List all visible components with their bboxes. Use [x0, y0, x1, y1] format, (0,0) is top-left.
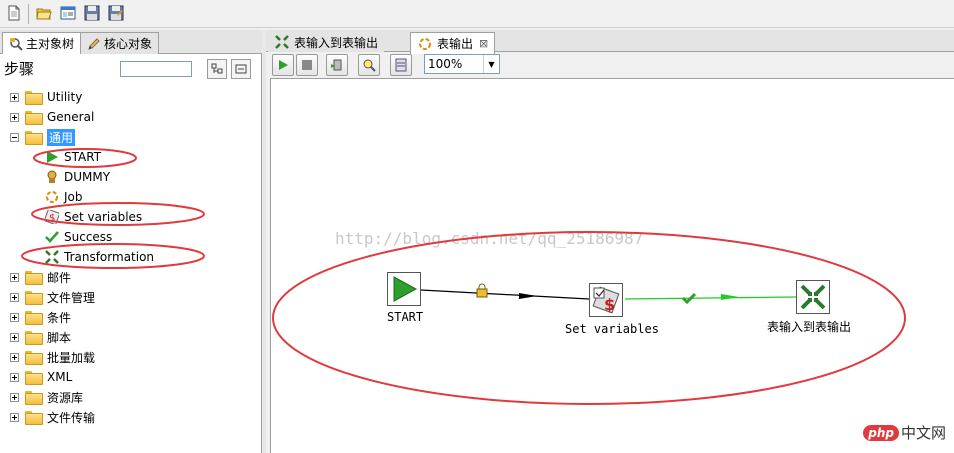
- job-canvas[interactable]: http://blog.csdn.net/qq_25186987 START $…: [270, 78, 954, 453]
- node-transformation[interactable]: [796, 280, 830, 314]
- transformation-icon: [800, 284, 826, 310]
- lock-icon: [476, 283, 488, 298]
- check-button[interactable]: [358, 54, 380, 76]
- transformation-icon: [274, 34, 290, 50]
- annotation-overlay-left: [21, 148, 205, 269]
- zoom-select[interactable]: 100% ▼: [424, 54, 500, 74]
- save-icon[interactable]: [82, 3, 102, 23]
- save-as-icon[interactable]: [106, 3, 126, 23]
- application-window: 主对象树 核心对象 步骤 Utility General 通用 START DU…: [0, 0, 954, 453]
- php-cn-logo: php 中文网: [863, 422, 946, 443]
- svg-text:$: $: [604, 295, 615, 314]
- annotation-ellipse-transformation: [21, 243, 205, 269]
- job-icon: [417, 36, 433, 52]
- php-logo-text: 中文网: [900, 424, 946, 442]
- stop-icon: [302, 60, 312, 70]
- open-folder-icon[interactable]: [34, 3, 54, 23]
- hop-arrow: [519, 293, 537, 299]
- zoom-value: 100%: [428, 57, 463, 71]
- tab-label: 表输入到表输出: [294, 35, 379, 50]
- new-file-icon[interactable]: [4, 3, 24, 23]
- annotation-ellipse-start: [33, 148, 137, 168]
- php-logo-badge: php: [863, 424, 899, 441]
- sql-button[interactable]: [390, 54, 412, 76]
- hop-setvariables-to-transformation[interactable]: [624, 296, 797, 300]
- node-set-variables[interactable]: $: [589, 283, 623, 317]
- chevron-down-icon[interactable]: ▼: [483, 55, 499, 73]
- play-icon: [279, 60, 288, 70]
- sql-icon: [395, 58, 407, 72]
- hop-start-to-setvariables[interactable]: [420, 289, 590, 300]
- annotation-ellipse-set-variables: [31, 202, 205, 226]
- hop-arrow: [721, 294, 739, 300]
- node-label-set-variables: Set variables: [565, 322, 659, 336]
- tab-job-output[interactable]: 表输出 ⊠: [410, 32, 496, 54]
- start-icon: [393, 276, 418, 302]
- left-panel: 主对象树 核心对象 步骤 Utility General 通用 START DU…: [0, 30, 262, 453]
- close-tab-icon[interactable]: ⊠: [479, 37, 488, 50]
- explorer-icon[interactable]: [58, 3, 78, 23]
- main-toolbar: [0, 0, 954, 28]
- stop-button[interactable]: [296, 54, 318, 76]
- editor-panel: 表输入到表输出 表输出 ⊠ 100% ▼ http://blog.csdn.ne…: [266, 30, 954, 453]
- replay-icon: [331, 59, 342, 71]
- toolbar-separator: [28, 4, 29, 24]
- magnifier-icon: [363, 59, 376, 72]
- node-label-transformation: 表输入到表输出: [767, 320, 852, 334]
- run-button[interactable]: [272, 54, 294, 76]
- node-start[interactable]: [387, 272, 421, 306]
- tab-label: 表输出: [437, 37, 474, 51]
- hops-layer: [272, 231, 906, 405]
- replay-button[interactable]: [326, 54, 348, 76]
- set-variables-icon: $: [592, 286, 620, 314]
- tab-transformation[interactable]: 表输入到表输出: [268, 32, 385, 52]
- node-label-start: START: [387, 310, 424, 324]
